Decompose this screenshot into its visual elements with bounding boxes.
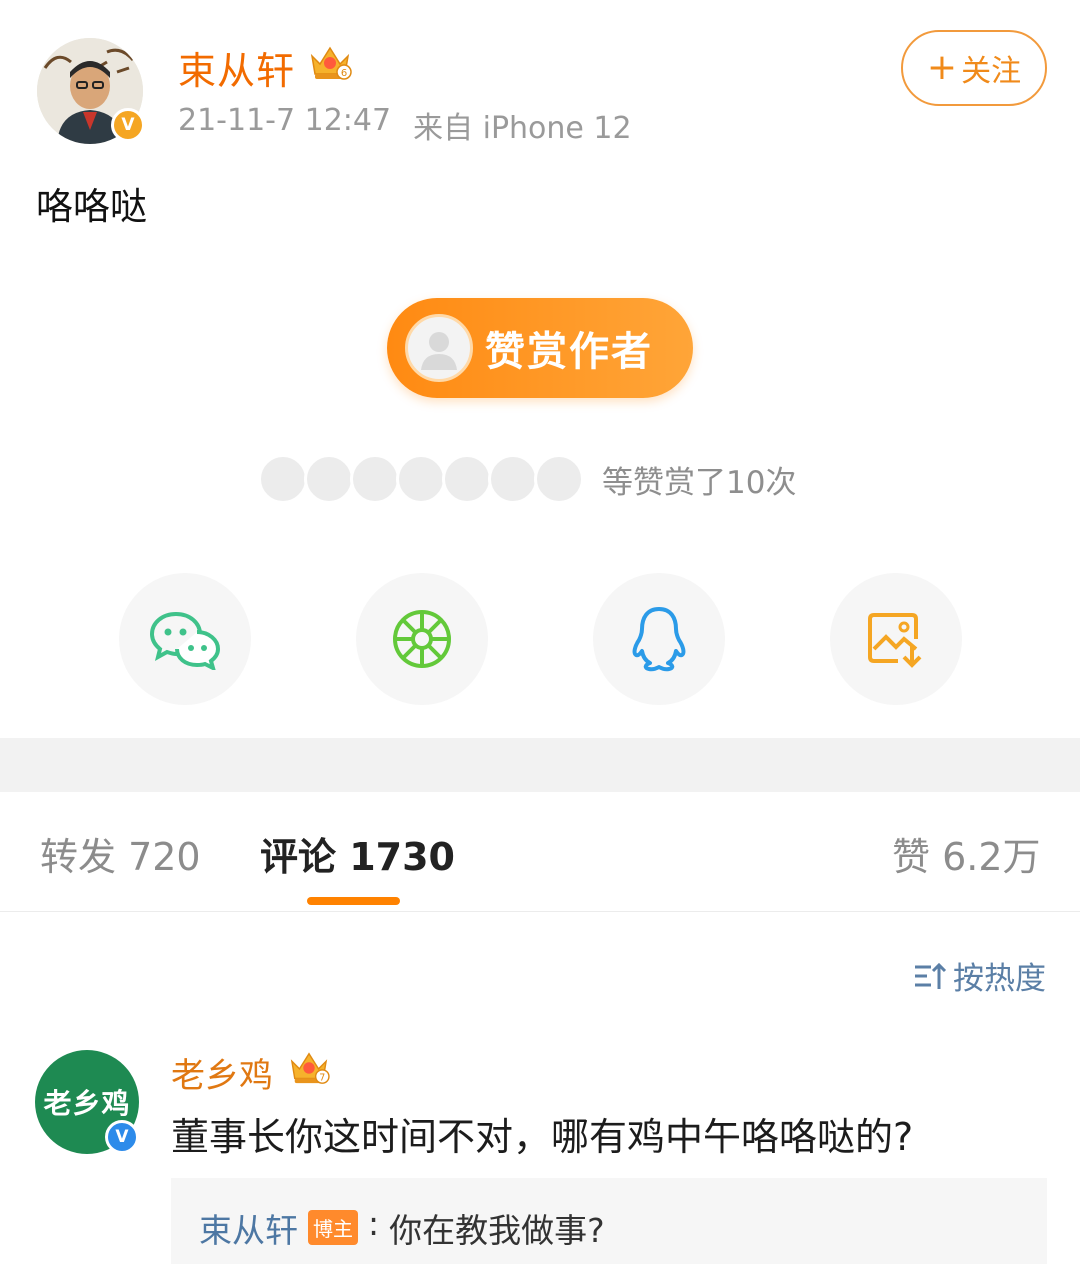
qq-icon xyxy=(632,607,686,672)
vip-crown-icon: 7 xyxy=(290,1052,330,1084)
rewarders-summary: 等赞赏了10次 xyxy=(602,464,797,501)
share-moments-button[interactable] xyxy=(356,573,488,705)
verified-badge-icon: V xyxy=(105,1120,139,1154)
tab-comments[interactable]: 评论 1730 xyxy=(260,826,455,881)
verified-badge-icon: V xyxy=(111,108,145,142)
rewarders-list[interactable]: 等赞赏了10次 xyxy=(258,454,796,504)
share-wechat-button[interactable] xyxy=(119,573,251,705)
share-qq-button[interactable] xyxy=(593,573,725,705)
author-avatar[interactable]: V xyxy=(37,38,145,144)
save-image-icon xyxy=(868,613,922,668)
sort-label: 按热度 xyxy=(953,961,1046,997)
follow-button[interactable]: + 关注 xyxy=(901,30,1047,106)
reward-label: 赞赏作者 xyxy=(485,329,653,375)
blogger-tag: 博主 xyxy=(308,1210,358,1245)
tab-likes[interactable]: 赞 6.2万 xyxy=(892,826,1041,881)
plus-icon: + xyxy=(926,47,958,88)
tab-repost[interactable]: 转发 720 xyxy=(40,826,201,881)
follow-label: 关注 xyxy=(961,54,1022,89)
comment-text: 董事长你这时间不对，哪有鸡中午咯咯哒的? xyxy=(171,1115,914,1159)
active-tab-indicator xyxy=(307,897,400,905)
svg-text:6: 6 xyxy=(341,68,347,79)
rewarder-avatar xyxy=(534,454,584,504)
rewarder-avatar xyxy=(442,454,492,504)
vip-crown-icon: 6 xyxy=(310,46,352,80)
reward-author-button[interactable]: 赞赏作者 xyxy=(387,298,693,398)
post-meta: 21-11-7 12:47 来自 iPhone 12 xyxy=(178,103,632,147)
post-timestamp: 21-11-7 12:47 xyxy=(178,103,392,138)
commenter-name[interactable]: 老乡鸡 xyxy=(171,1048,273,1097)
reward-user-icon xyxy=(405,314,473,382)
commenter-avatar[interactable]: 老乡鸡 V xyxy=(35,1050,139,1154)
post-source: 来自 iPhone 12 xyxy=(413,111,632,146)
tabs-divider xyxy=(0,911,1080,912)
rewarder-avatar xyxy=(396,454,446,504)
sort-icon xyxy=(915,962,947,989)
wechat-icon xyxy=(149,611,221,670)
rewarder-avatar xyxy=(304,454,354,504)
reply-author[interactable]: 束从轩 xyxy=(199,1204,298,1252)
author-name[interactable]: 束从轩 xyxy=(178,40,295,95)
sort-by-hot-button[interactable]: 按热度 xyxy=(913,953,1046,998)
rewarder-avatar xyxy=(350,454,400,504)
reply-separator: : xyxy=(368,1204,380,1243)
reply-text: 你在教我做事? xyxy=(389,1211,605,1250)
section-divider xyxy=(0,738,1080,792)
post-text: 咯咯哒 xyxy=(36,185,147,228)
save-image-button[interactable] xyxy=(830,573,962,705)
reply-preview[interactable]: 束从轩 博主 : 你在教我做事? xyxy=(171,1178,1047,1264)
rewarder-avatar xyxy=(488,454,538,504)
svg-text:7: 7 xyxy=(319,1072,325,1083)
rewarder-avatar xyxy=(258,454,308,504)
moments-icon xyxy=(393,610,451,668)
